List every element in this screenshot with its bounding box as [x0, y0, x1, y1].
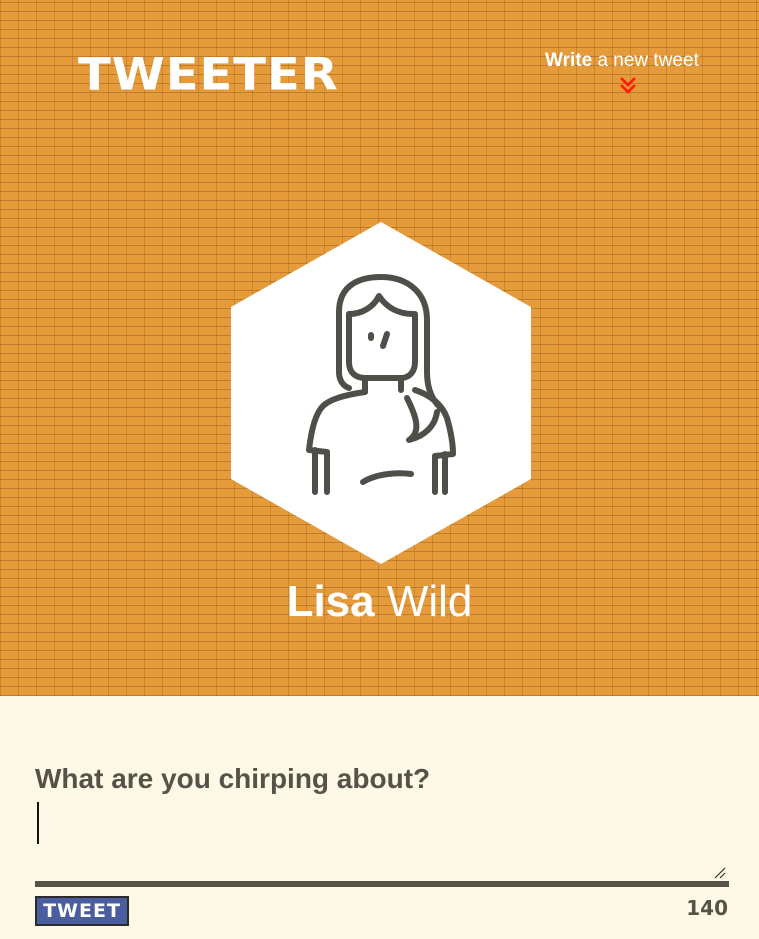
woman-avatar-icon [231, 222, 531, 564]
double-chevron-down-icon[interactable] [619, 75, 637, 95]
tweet-button[interactable]: TWEET [35, 896, 129, 926]
write-new-tweet-link[interactable]: Write a new tweet [545, 50, 699, 72]
tweet-textarea[interactable] [35, 800, 729, 878]
write-link-rest: a new tweet [592, 50, 699, 71]
tweet-composer: What are you chirping about? TWEET 140 [0, 696, 759, 939]
profile-header: TWEETER Write a new tweet Lisa Wild [0, 0, 759, 696]
last-name: Wild [374, 577, 473, 626]
composer-prompt: What are you chirping about? [35, 763, 431, 794]
app-logo: TWEETER [78, 49, 339, 101]
text-cursor [37, 802, 39, 844]
character-counter: 140 [686, 896, 728, 920]
profile-name: Lisa Wild [0, 574, 759, 630]
write-link-bold: Write [545, 50, 593, 71]
first-name: Lisa [286, 577, 375, 626]
composer-divider [35, 881, 729, 887]
resize-handle-icon[interactable] [712, 865, 726, 879]
